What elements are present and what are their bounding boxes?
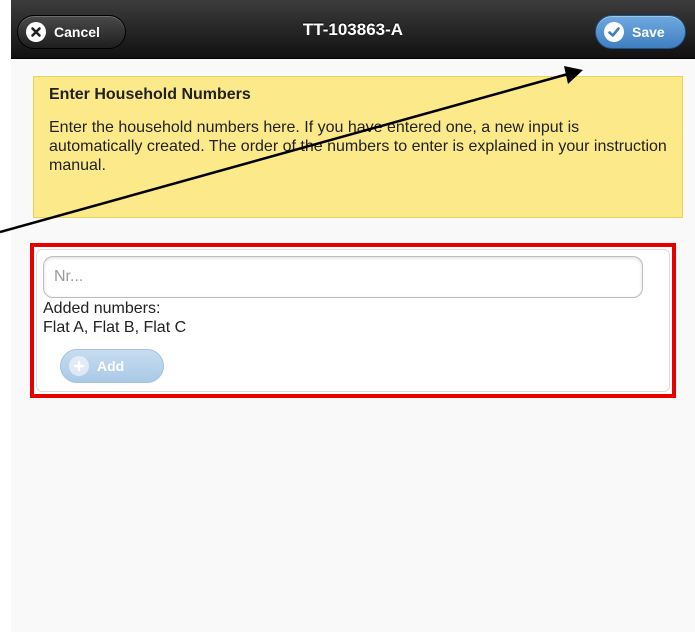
plus-icon [69, 356, 89, 376]
household-form: Added numbers: Flat A, Flat B, Flat C Ad… [36, 249, 670, 392]
add-label: Add [97, 358, 125, 374]
page-title: TT-103863-A [302, 20, 404, 39]
notice-text: Enter the household numbers here. If you… [49, 119, 667, 174]
add-button[interactable]: Add [60, 349, 164, 383]
save-label: Save [632, 24, 665, 40]
check-icon [604, 22, 624, 42]
notice-title: Enter Household Numbers [49, 86, 251, 103]
household-number-input[interactable] [43, 256, 643, 298]
household-form-highlight: Added numbers: Flat A, Flat B, Flat C Ad… [30, 243, 676, 398]
save-button[interactable]: Save [595, 15, 686, 49]
info-notice: Enter Household Numbers Enter the househ… [33, 76, 683, 218]
added-numbers-label: Added numbers: [43, 300, 161, 317]
added-numbers-list: Flat A, Flat B, Flat C [43, 319, 187, 336]
header-bar: Cancel TT-103863-A Save [11, 0, 695, 59]
